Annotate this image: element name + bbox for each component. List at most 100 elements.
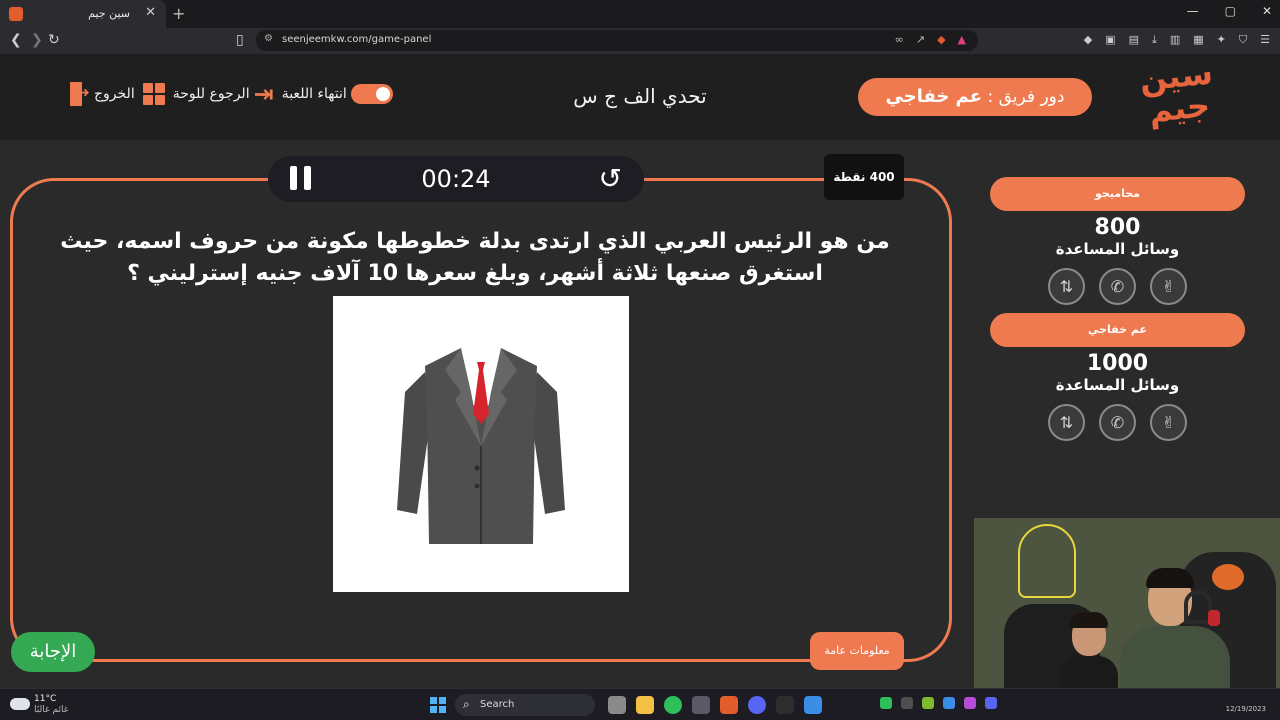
- close-window-button[interactable]: ✕: [1262, 4, 1272, 18]
- turn-label: دور فريق :: [987, 87, 1065, 107]
- tray-whatsapp-icon[interactable]: [880, 697, 892, 709]
- reload-icon[interactable]: ↻: [48, 32, 60, 48]
- discord-icon[interactable]: [748, 696, 766, 714]
- team-aids-label-2: وسائل المساعدة: [1055, 376, 1180, 394]
- wallet-icon[interactable]: ▦: [1193, 33, 1203, 47]
- header-nav: انتهاء اللعبة ⇥ الرجوع للوحة الخروج ➜: [68, 82, 399, 106]
- weather-temp: 11°C: [34, 694, 57, 704]
- task-view-icon[interactable]: [608, 696, 626, 714]
- forward-icon[interactable]: ❯: [31, 32, 43, 48]
- tab-close-button[interactable]: ✕: [145, 5, 156, 20]
- tray-volume-icon[interactable]: [901, 697, 913, 709]
- two-answers-icon[interactable]: ✌: [1150, 404, 1187, 441]
- sidebar-icon[interactable]: ▥: [1170, 33, 1180, 47]
- streamer-right: [1120, 562, 1230, 708]
- snipping-tool-icon[interactable]: [692, 696, 710, 714]
- whatsapp-icon[interactable]: [664, 696, 682, 714]
- back-to-board-label: الرجوع للوحة: [172, 86, 250, 102]
- webcam-overlay: [974, 518, 1280, 708]
- show-answer-button[interactable]: الإجابة: [11, 632, 95, 672]
- search-icon: ⌕: [463, 697, 470, 711]
- end-game-toggle-icon[interactable]: [350, 84, 393, 104]
- browser-extensions: ◆ ▣ ▤ ⤓ ▥ ▦ ✦ ⛉ ☰: [1084, 33, 1270, 47]
- exit-door-icon: ➜: [68, 82, 90, 106]
- share-icon[interactable]: ↗: [916, 33, 925, 46]
- tab-title: سين جيم: [88, 7, 130, 20]
- browser-tab-bar: سين جيم ✕ + — ▢ ✕: [0, 0, 1280, 28]
- tray-app-icon[interactable]: [943, 697, 955, 709]
- board-button[interactable]: [142, 83, 165, 105]
- site-favicon-icon: [9, 7, 23, 21]
- tray-app2-icon[interactable]: [964, 697, 976, 709]
- exit-button[interactable]: الخروج ➜: [68, 82, 135, 106]
- back-to-board-button[interactable]: ⇥ الرجوع للوحة: [172, 80, 274, 108]
- taskbar-apps: [608, 696, 822, 714]
- vpn-icon[interactable]: ⛉: [1239, 33, 1247, 47]
- brave-browser-icon[interactable]: [720, 696, 738, 714]
- address-bar[interactable]: ⚙ seenjeemkw.com/game-panel ∞ ↗ ◆ ▲: [256, 30, 978, 51]
- restart-timer-icon[interactable]: ↺: [599, 162, 622, 195]
- team-panel-2: عم خفاجي 1000 وسائل المساعدة ⇅ ✆ ✌: [990, 313, 1245, 441]
- game-title: تحدي الف ج س: [573, 84, 707, 108]
- weather-widget[interactable]: 11°C غائم غالبًا: [10, 693, 90, 717]
- tray-nvidia-icon[interactable]: [922, 697, 934, 709]
- windows-taskbar: 11°C غائم غالبًا ⌕ Search 12/19/2023: [0, 688, 1280, 720]
- exit-label: الخروج: [94, 86, 135, 102]
- team-aids-2: ⇅ ✆ ✌: [990, 404, 1245, 441]
- team-panel-1: محاميجو 800 وسائل المساعدة ⇅ ✆ ✌: [990, 177, 1245, 305]
- swap-turn-icon[interactable]: ⇅: [1048, 268, 1085, 305]
- end-game-label: انتهاء اللعبة: [281, 86, 347, 102]
- grid-icon: [142, 83, 165, 105]
- minimize-button[interactable]: —: [1187, 4, 1199, 18]
- question-text: من هو الرئيس العربي الذي ارتدى بدلة خطوط…: [60, 229, 890, 286]
- browser-tab[interactable]: سين جيم ✕: [0, 0, 166, 28]
- taskbar-search[interactable]: ⌕ Search: [455, 694, 595, 716]
- category-badge: معلومات عامة: [810, 632, 904, 670]
- tray-discord-icon[interactable]: [985, 697, 997, 709]
- weather-desc: غائم غالبًا: [34, 705, 69, 715]
- brave-rewards-icon[interactable]: ▲: [958, 33, 966, 46]
- menu-icon[interactable]: ☰: [1260, 33, 1270, 47]
- site-info-icon[interactable]: ⚙: [264, 33, 273, 44]
- question-image: [333, 296, 629, 592]
- taskbar-date[interactable]: 12/19/2023: [1226, 705, 1266, 713]
- team-score-1: 800: [1094, 215, 1141, 240]
- back-icon[interactable]: ❮: [10, 32, 22, 48]
- end-game-button[interactable]: انتهاء اللعبة: [282, 84, 399, 104]
- terminal-icon[interactable]: [776, 696, 794, 714]
- timer-display: 00:24: [421, 165, 491, 193]
- team-name-2: عم خفاجي: [990, 313, 1245, 347]
- address-bar-actions: ∞ ↗ ◆ ▲: [895, 33, 966, 46]
- swap-turn-icon[interactable]: ⇅: [1048, 404, 1085, 441]
- ai-icon[interactable]: ✦: [1217, 33, 1226, 47]
- new-tab-button[interactable]: +: [172, 4, 185, 23]
- maximize-button[interactable]: ▢: [1225, 4, 1236, 18]
- arrow-right-icon: ⇥: [253, 80, 274, 108]
- download-icon[interactable]: ⤓: [1152, 33, 1157, 47]
- store-icon[interactable]: [804, 696, 822, 714]
- file-explorer-icon[interactable]: [636, 696, 654, 714]
- windows-start-icon[interactable]: [430, 697, 446, 713]
- team-name-1: محاميجو: [990, 177, 1245, 211]
- turn-indicator: دور فريق : عم خفاجي: [858, 78, 1092, 116]
- site-logo[interactable]: سين جيم: [1135, 53, 1222, 134]
- game-header: سين جيم دور فريق : عم خفاجي تحدي الف ج س…: [0, 53, 1280, 140]
- search-label: Search: [480, 699, 515, 710]
- two-answers-icon[interactable]: ✌: [1150, 268, 1187, 305]
- neon-sign-icon: [1018, 524, 1076, 598]
- extension-icon[interactable]: ◆: [1084, 33, 1092, 47]
- cloud-icon: [10, 698, 30, 710]
- team-score-2: 1000: [1086, 351, 1149, 376]
- bookmark-icon[interactable]: ▯: [236, 32, 244, 48]
- screenshot-icon[interactable]: ▣: [1105, 33, 1115, 47]
- brave-shield-icon[interactable]: ◆: [937, 33, 945, 46]
- link-icon[interactable]: ∞: [895, 33, 904, 46]
- team-aids-1: ⇅ ✆ ✌: [990, 268, 1245, 305]
- suit-image-icon: [397, 348, 565, 544]
- translate-icon[interactable]: ▤: [1129, 33, 1139, 47]
- turn-team-name: عم خفاجي: [885, 86, 983, 107]
- phone-call-icon[interactable]: ✆: [1099, 268, 1136, 305]
- system-tray: [880, 697, 997, 709]
- phone-call-icon[interactable]: ✆: [1099, 404, 1136, 441]
- points-badge: 400 نقطة: [824, 154, 904, 200]
